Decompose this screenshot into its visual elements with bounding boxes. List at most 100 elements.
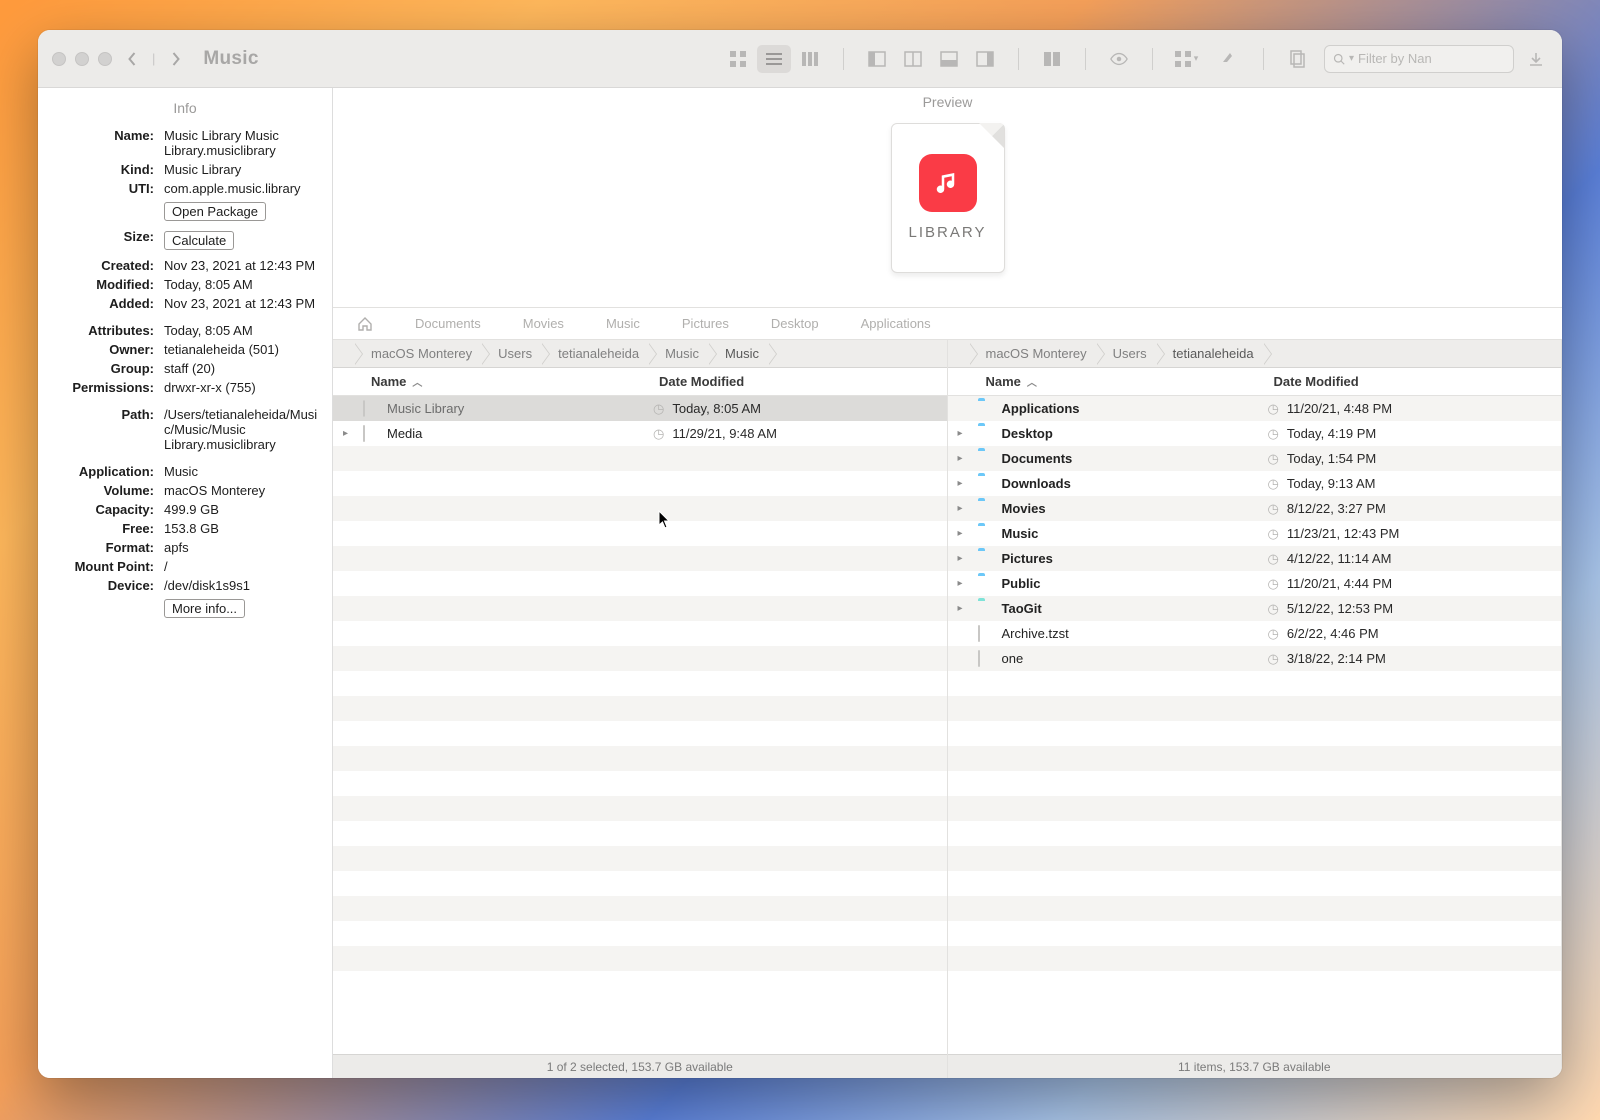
table-row[interactable]: [333, 496, 947, 521]
table-row[interactable]: ▸Music Library◷Today, 8:05 AM: [333, 396, 947, 421]
path-bar-left[interactable]: macOS MontereyUserstetianaleheidaMusicMu…: [333, 340, 947, 368]
table-row[interactable]: ▸one◷3/18/22, 2:14 PM: [948, 646, 1562, 671]
close-window[interactable]: [52, 52, 66, 66]
panel-split-icon[interactable]: [896, 45, 930, 73]
fav-tab[interactable]: Movies: [523, 316, 564, 331]
table-row[interactable]: [333, 671, 947, 696]
table-row[interactable]: ▸Music◷11/23/21, 12:43 PM: [948, 521, 1562, 546]
quicklook-icon[interactable]: [1102, 45, 1136, 73]
home-icon[interactable]: [357, 316, 373, 332]
table-row[interactable]: [333, 646, 947, 671]
table-row[interactable]: [333, 921, 947, 946]
table-row[interactable]: [948, 671, 1562, 696]
calculate-button[interactable]: Calculate: [164, 231, 234, 250]
table-row[interactable]: [948, 846, 1562, 871]
breadcrumb-item[interactable]: Users: [482, 343, 542, 365]
crumb-root[interactable]: [954, 343, 970, 365]
table-row[interactable]: ▸Media◷11/29/21, 9:48 AM: [333, 421, 947, 446]
table-row[interactable]: [333, 571, 947, 596]
table-row[interactable]: [333, 621, 947, 646]
table-row[interactable]: [948, 721, 1562, 746]
fav-tab[interactable]: Documents: [415, 316, 481, 331]
panel-left-icon[interactable]: [860, 45, 894, 73]
table-row[interactable]: [948, 796, 1562, 821]
table-row[interactable]: [948, 946, 1562, 971]
breadcrumb-item[interactable]: macOS Monterey: [355, 343, 482, 365]
disclosure-icon[interactable]: ▸: [958, 578, 970, 589]
table-row[interactable]: [333, 896, 947, 921]
disclosure-icon[interactable]: ▸: [958, 603, 970, 614]
table-row[interactable]: [333, 471, 947, 496]
breadcrumb-item[interactable]: Music: [709, 343, 769, 365]
view-icon-columns[interactable]: [793, 45, 827, 73]
search-input[interactable]: [1358, 51, 1505, 66]
table-row[interactable]: [948, 821, 1562, 846]
file-list-left[interactable]: ▸Music Library◷Today, 8:05 AM▸Media◷11/2…: [333, 396, 947, 1054]
fav-tab[interactable]: Desktop: [771, 316, 819, 331]
crumb-root[interactable]: [339, 343, 355, 365]
table-row[interactable]: [948, 921, 1562, 946]
table-row[interactable]: [948, 896, 1562, 921]
col-name[interactable]: Name: [986, 374, 1021, 389]
table-row[interactable]: [333, 821, 947, 846]
table-row[interactable]: ▸Movies◷8/12/22, 3:27 PM: [948, 496, 1562, 521]
open-package-button[interactable]: Open Package: [164, 202, 266, 221]
table-row[interactable]: [333, 446, 947, 471]
file-list-right[interactable]: ▸Applications◷11/20/21, 4:48 PM▸Desktop◷…: [948, 396, 1562, 1054]
breadcrumb-item[interactable]: tetianaleheida: [542, 343, 649, 365]
view-icon-grid[interactable]: [721, 45, 755, 73]
disclosure-icon[interactable]: ▸: [958, 503, 970, 514]
panel-right-icon[interactable]: [968, 45, 1002, 73]
table-row[interactable]: ▸Archive.tzst◷6/2/22, 4:46 PM: [948, 621, 1562, 646]
arrange-icon[interactable]: ▾: [1169, 45, 1203, 73]
fav-tab[interactable]: Applications: [861, 316, 931, 331]
table-row[interactable]: ▸Public◷11/20/21, 4:44 PM: [948, 571, 1562, 596]
table-row[interactable]: ▸Downloads◷Today, 9:13 AM: [948, 471, 1562, 496]
col-date[interactable]: Date Modified: [659, 374, 744, 389]
table-row[interactable]: ▸TaoGit◷5/12/22, 12:53 PM: [948, 596, 1562, 621]
download-icon[interactable]: [1524, 45, 1548, 73]
copy-icon[interactable]: [1280, 45, 1314, 73]
breadcrumb-item[interactable]: Users: [1097, 343, 1157, 365]
table-row[interactable]: ▸Pictures◷4/12/22, 11:14 AM: [948, 546, 1562, 571]
col-date[interactable]: Date Modified: [1274, 374, 1359, 389]
table-row[interactable]: [333, 971, 947, 996]
fav-tab[interactable]: Pictures: [682, 316, 729, 331]
dual-pane-icon[interactable]: [1035, 45, 1069, 73]
table-row[interactable]: [333, 721, 947, 746]
table-row[interactable]: [948, 871, 1562, 896]
table-row[interactable]: [333, 546, 947, 571]
table-row[interactable]: [948, 771, 1562, 796]
table-row[interactable]: ▸Desktop◷Today, 4:19 PM: [948, 421, 1562, 446]
table-row[interactable]: [333, 846, 947, 871]
nav-back[interactable]: [122, 47, 142, 71]
view-icon-list[interactable]: [757, 45, 791, 73]
disclosure-icon[interactable]: ▸: [958, 428, 970, 439]
panel-bottom-icon[interactable]: [932, 45, 966, 73]
table-row[interactable]: [948, 696, 1562, 721]
more-info-button[interactable]: More info...: [164, 599, 245, 618]
actions-icon[interactable]: [1213, 45, 1247, 73]
disclosure-icon[interactable]: ▸: [958, 553, 970, 564]
table-row[interactable]: [333, 771, 947, 796]
disclosure-icon[interactable]: ▸: [958, 453, 970, 464]
table-row[interactable]: [333, 871, 947, 896]
table-row[interactable]: [333, 596, 947, 621]
minimize-window[interactable]: [75, 52, 89, 66]
disclosure-icon[interactable]: ▸: [343, 428, 355, 439]
disclosure-icon[interactable]: ▸: [958, 478, 970, 489]
breadcrumb-item[interactable]: macOS Monterey: [970, 343, 1097, 365]
zoom-window[interactable]: [98, 52, 112, 66]
table-row[interactable]: [333, 696, 947, 721]
breadcrumb-item[interactable]: Music: [649, 343, 709, 365]
search-field[interactable]: ▾: [1324, 45, 1514, 73]
col-name[interactable]: Name: [371, 374, 406, 389]
table-row[interactable]: ▸Applications◷11/20/21, 4:48 PM: [948, 396, 1562, 421]
table-row[interactable]: [333, 796, 947, 821]
fav-tab[interactable]: Music: [606, 316, 640, 331]
table-row[interactable]: [333, 946, 947, 971]
disclosure-icon[interactable]: ▸: [958, 528, 970, 539]
table-row[interactable]: [948, 971, 1562, 996]
table-row[interactable]: [333, 746, 947, 771]
table-row[interactable]: [948, 746, 1562, 771]
